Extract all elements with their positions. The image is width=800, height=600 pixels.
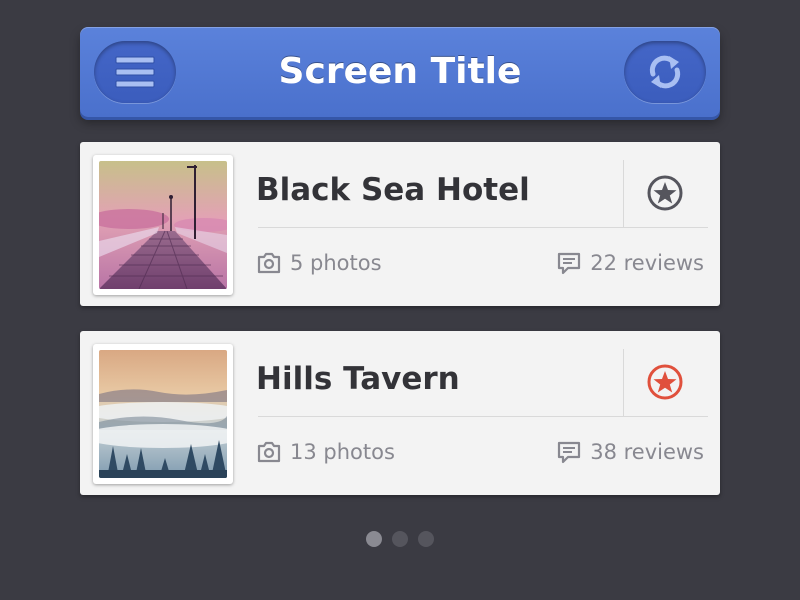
star-icon[interactable] (646, 174, 684, 212)
screen-title: Screen Title (278, 51, 522, 92)
review-count-label: 22 reviews (590, 251, 704, 275)
divider (623, 160, 624, 227)
pier-at-sunset-photo (99, 161, 227, 289)
app-header: Screen Title (80, 27, 720, 117)
page-dot-3[interactable] (418, 531, 434, 547)
star-icon[interactable] (646, 363, 684, 401)
listing-thumbnail (93, 155, 233, 295)
listing-title[interactable]: Hills Tavern (256, 361, 616, 397)
misty-forest-hills-photo (99, 350, 227, 478)
review-count[interactable]: 38 reviews (556, 439, 704, 465)
hamburger-menu-icon (115, 56, 155, 88)
review-count-label: 38 reviews (590, 440, 704, 464)
listing-title[interactable]: Black Sea Hotel (256, 172, 616, 208)
divider (258, 227, 708, 228)
comment-icon (558, 252, 581, 275)
photo-count[interactable]: 13 photos (256, 439, 395, 465)
refresh-button[interactable] (624, 41, 706, 103)
listing-card[interactable]: Black Sea Hotel 5 photos 22 reviews (80, 142, 720, 306)
page-dot-2[interactable] (392, 531, 408, 547)
divider (258, 416, 708, 417)
camera-icon (257, 441, 281, 463)
menu-button[interactable] (94, 41, 176, 103)
listing-thumbnail (93, 344, 233, 484)
page-indicator (366, 531, 434, 547)
refresh-icon (649, 55, 681, 89)
comment-icon (558, 441, 581, 464)
divider (623, 349, 624, 416)
review-count[interactable]: 22 reviews (556, 250, 704, 276)
page-dot-1[interactable] (366, 531, 382, 547)
listing-card[interactable]: Hills Tavern 13 photos 38 reviews (80, 331, 720, 495)
photo-count-label: 5 photos (290, 251, 382, 275)
photo-count[interactable]: 5 photos (256, 250, 382, 276)
photo-count-label: 13 photos (290, 440, 395, 464)
camera-icon (257, 252, 281, 274)
